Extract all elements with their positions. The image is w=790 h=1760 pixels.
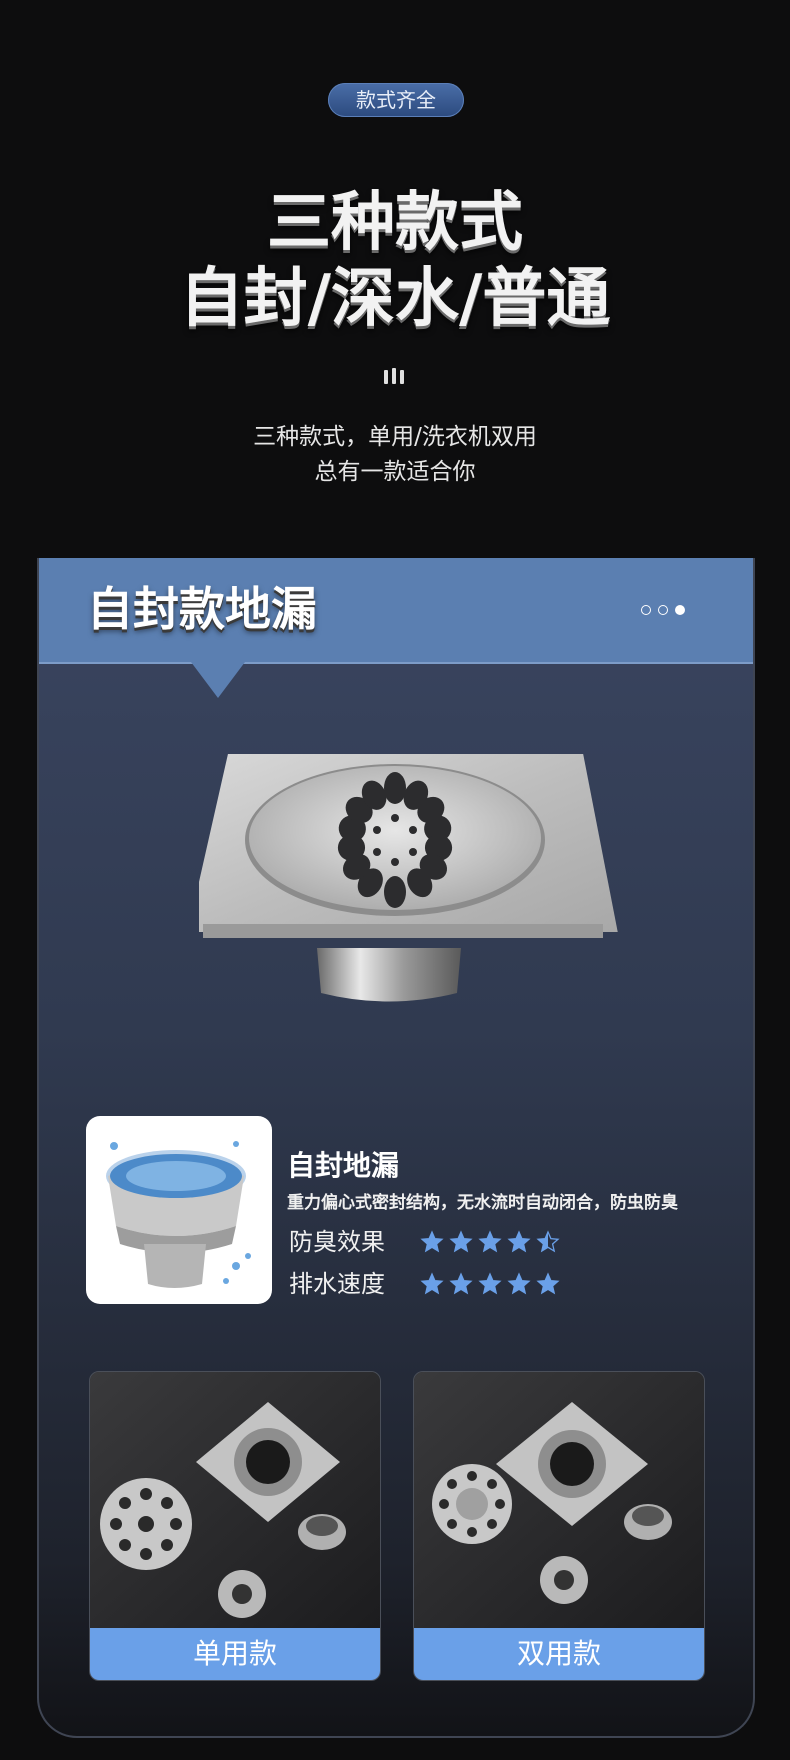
feature-description: 重力偏心式密封结构，无水流时自动闭合，防虫防臭 [287,1193,678,1213]
self-seal-core-image [86,1116,272,1304]
dual-variant-image [414,1372,704,1628]
variant-label: 双用款 [414,1628,704,1680]
page-indicator[interactable] [641,605,692,617]
variant-label: 单用款 [90,1628,380,1680]
star-icon [507,1272,531,1295]
card-header: 自封款地漏 [39,558,753,664]
page-dot-1[interactable] [641,605,651,615]
subtitle-line2: 总有一款适合你 [314,459,476,485]
star-icon [449,1230,473,1253]
variant-dual[interactable]: 双用款 [413,1371,705,1681]
page-dot-2[interactable] [658,605,668,615]
rating-row-odor: 防臭效果 [289,1226,564,1258]
rating-label: 排水速度 [289,1270,385,1298]
star-icon [478,1272,502,1295]
star-rating [419,1226,564,1258]
single-variant-image [90,1372,380,1628]
star-icon [420,1230,444,1253]
variant-single[interactable]: 单用款 [89,1371,381,1681]
rating-row-drainage: 排水速度 [289,1268,564,1300]
feature-name: 自封地漏 [287,1149,400,1182]
card-title: 自封款地漏 [87,582,317,636]
rating-label: 防臭效果 [289,1228,385,1256]
page-title-line2: 自封/深水/普通 [179,262,611,336]
star-icon [507,1230,531,1253]
star-icon [536,1272,560,1295]
page-dot-3[interactable] [675,605,685,615]
star-icon [536,1230,560,1253]
product-card: 自封款地漏 自封地漏 重力偏心式密封结构，无水流时自动闭合，防虫防臭 防臭效果 … [37,558,755,1738]
divider-icon [380,366,410,386]
floor-drain-image [199,754,618,1002]
star-icon [420,1272,444,1295]
star-rating [419,1268,564,1300]
star-icon [478,1230,502,1253]
header-pointer [191,662,245,698]
subtitle-line1: 三种款式，单用/洗衣机双用 [253,424,537,450]
star-icon [449,1272,473,1295]
category-pill: 款式齐全 [328,83,464,117]
page-title-line1: 三种款式 [267,186,523,260]
